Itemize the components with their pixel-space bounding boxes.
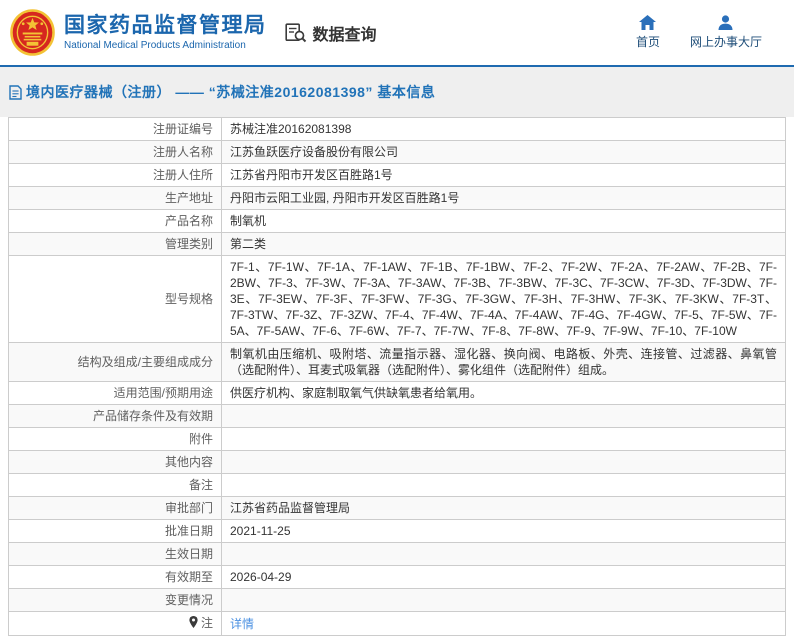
table-row: 有效期至 2026-04-29 (8, 565, 786, 589)
row-value: 详情 (221, 611, 786, 636)
row-value (221, 542, 786, 566)
page-title: 境内医疗器械（注册） —— “苏械注准20162081398” 基本信息 (26, 84, 436, 100)
row-label: 批准日期 (8, 519, 222, 543)
site-header: 国家药品监督管理局 National Medical Products Admi… (0, 0, 794, 65)
nav-service-hall[interactable]: 网上办事大厅 (690, 15, 762, 50)
table-row: 审批部门 江苏省药品监督管理局 (8, 496, 786, 520)
row-label: 变更情况 (8, 588, 222, 612)
table-row: 附件 (8, 427, 786, 451)
row-label: 注册证编号 (8, 117, 222, 141)
row-value: 江苏省丹阳市开发区百胜路1号 (221, 163, 786, 187)
brand-text: 国家药品监督管理局 National Medical Products Admi… (64, 14, 267, 51)
table-row: 变更情况 (8, 588, 786, 612)
row-label: 附件 (8, 427, 222, 451)
row-label: 注册人名称 (8, 140, 222, 164)
nav-service-hall-label: 网上办事大厅 (689, 35, 762, 49)
table-row: 型号规格 7F-1、7F-1W、7F-1A、7F-1AW、7F-1B、7F-1BW… (8, 255, 786, 343)
row-value (221, 404, 786, 428)
info-table: 注册证编号 苏械注准20162081398 注册人名称 江苏鱼跃医疗设备股份有限公司注… (8, 117, 786, 636)
row-label: 有效期至 (8, 565, 222, 589)
data-query-section[interactable]: 数据查询 (284, 21, 377, 45)
table-row: 注册人名称 江苏鱼跃医疗设备股份有限公司 (8, 140, 786, 164)
row-value: 7F-1、7F-1W、7F-1A、7F-1AW、7F-1B、7F-1BW、7F-… (221, 255, 786, 343)
table-row: 生产地址 丹阳市云阳工业园, 丹阳市开发区百胜路1号 (8, 186, 786, 210)
row-label: 结构及组成/主要组成成分 (8, 342, 222, 382)
detail-link[interactable]: 详情 (230, 617, 254, 631)
table-row: 适用范围/预期用途 供医疗机构、家庭制取氧气供缺氧患者给氧用。 (8, 381, 786, 405)
table-row: 批准日期 2021-11-25 (8, 519, 786, 543)
row-value: 制氧机 (221, 209, 786, 233)
nav-home[interactable]: 首页 (636, 15, 660, 50)
row-value: 2026-04-29 (221, 565, 786, 589)
page-title-bar: 境内医疗器械（注册） —— “苏械注准20162081398” 基本信息 (0, 67, 794, 117)
header-nav: 首页 网上办事大厅 (636, 15, 762, 50)
table-row: 注册证编号 苏械注准20162081398 (8, 117, 786, 141)
row-value: 第二类 (221, 232, 786, 256)
agency-name-cn: 国家药品监督管理局 (64, 14, 267, 37)
table-row: 管理类别 第二类 (8, 232, 786, 256)
data-query-icon (284, 22, 306, 42)
row-label: 注册人住所 (8, 163, 222, 187)
row-label: 型号规格 (8, 255, 222, 343)
row-value: 苏械注准20162081398 (221, 117, 786, 141)
agency-name-en: National Medical Products Administration (64, 40, 246, 51)
row-value: 2021-11-25 (221, 519, 786, 543)
document-icon (9, 85, 22, 100)
table-row: 注详情 (8, 611, 786, 636)
table-row: 其他内容 (8, 450, 786, 474)
row-value (221, 588, 786, 612)
row-label: 生效日期 (8, 542, 222, 566)
table-row: 生效日期 (8, 542, 786, 566)
row-value (221, 450, 786, 474)
row-label: 生产地址 (8, 186, 222, 210)
row-label: 适用范围/预期用途 (8, 381, 222, 405)
row-label: 其他内容 (8, 450, 222, 474)
table-row: 产品名称 制氧机 (8, 209, 786, 233)
note-pin-icon (189, 616, 198, 632)
row-label: 审批部门 (8, 496, 222, 520)
row-label: 注 (8, 611, 222, 636)
row-label: 备注 (8, 473, 222, 497)
brand: 国家药品监督管理局 National Medical Products Admi… (10, 9, 267, 56)
user-icon (718, 15, 733, 30)
row-value: 制氧机由压缩机、吸附塔、流量指示器、湿化器、换向阀、电路板、外壳、连接管、过滤器… (221, 342, 786, 382)
row-label: 管理类别 (8, 232, 222, 256)
nav-home-label: 首页 (635, 35, 660, 49)
table-row: 注册人住所 江苏省丹阳市开发区百胜路1号 (8, 163, 786, 187)
row-value: 江苏省药品监督管理局 (221, 496, 786, 520)
row-value: 江苏鱼跃医疗设备股份有限公司 (221, 140, 786, 164)
national-emblem-logo (10, 9, 55, 56)
row-label: 产品储存条件及有效期 (8, 404, 222, 428)
home-icon (639, 15, 657, 30)
row-value: 丹阳市云阳工业园, 丹阳市开发区百胜路1号 (221, 186, 786, 210)
table-row: 结构及组成/主要组成成分 制氧机由压缩机、吸附塔、流量指示器、湿化器、换向阀、电路… (8, 342, 786, 382)
table-row: 备注 (8, 473, 786, 497)
data-query-label: 数据查询 (312, 26, 377, 44)
table-row: 产品储存条件及有效期 (8, 404, 786, 428)
row-label: 产品名称 (8, 209, 222, 233)
row-value: 供医疗机构、家庭制取氧气供缺氧患者给氧用。 (221, 381, 786, 405)
row-value (221, 427, 786, 451)
main-content: 注册证编号 苏械注准20162081398 注册人名称 江苏鱼跃医疗设备股份有限公司注… (0, 117, 794, 636)
row-value (221, 473, 786, 497)
